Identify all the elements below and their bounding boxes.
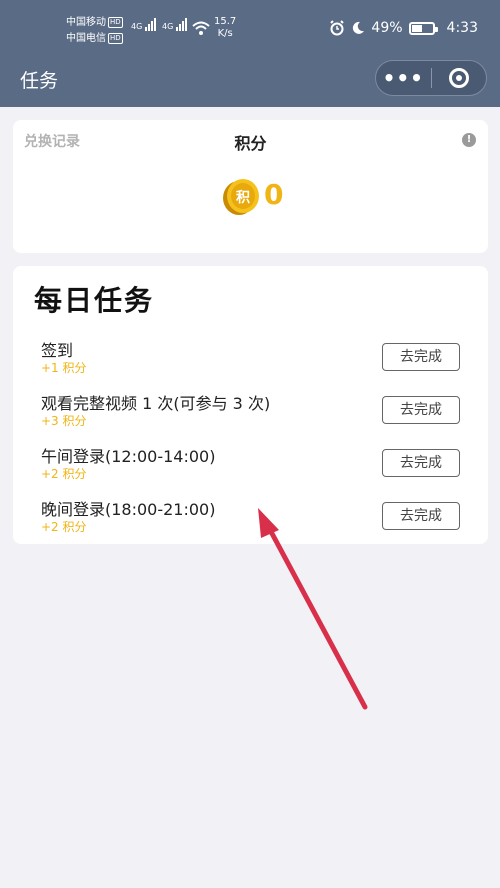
target-icon xyxy=(448,68,469,88)
speed-value: 15.7 xyxy=(214,16,237,27)
carrier-2: 中国电信 xyxy=(66,33,106,44)
task-item: 观看完整视频 1 次(可参与 3 次) +3 积分 去完成 xyxy=(41,390,461,434)
signal-icon-2: 4G xyxy=(162,18,188,33)
daily-tasks-card: 每日任务 签到 +1 积分 去完成 观看完整视频 1 次(可参与 3 次) +3… xyxy=(13,266,488,544)
points-title: 积分 xyxy=(234,134,267,153)
battery-percent: 49% xyxy=(371,20,403,36)
signal-icon-1: 4G xyxy=(131,18,157,33)
task-reward: +1 积分 xyxy=(41,361,87,375)
speed-unit: K/s xyxy=(217,28,233,39)
moon-icon xyxy=(353,21,365,34)
carrier-info: 中国移动 HD 中国电信 HD xyxy=(66,15,123,47)
points-value: 0 xyxy=(264,178,284,211)
task-name: 晚间登录(18:00-21:00) xyxy=(41,500,216,519)
coin-glyph: 积 xyxy=(236,189,250,206)
points-card: 兑换记录 积分 ! 积 0 xyxy=(13,120,488,253)
top-bar: 中国移动 HD 中国电信 HD 4G 4G 15.7 K/s 49% 4:33 … xyxy=(0,0,500,107)
page-title: 任务 xyxy=(20,70,59,92)
task-reward: +2 积分 xyxy=(41,520,87,534)
task-item: 午间登录(12:00-14:00) +2 积分 去完成 xyxy=(41,443,461,487)
battery-icon xyxy=(408,21,438,35)
mini-program-capsule: ••• xyxy=(375,60,487,96)
carrier-1: 中国移动 xyxy=(66,17,106,28)
complete-task-button[interactable]: 去完成 xyxy=(382,343,460,371)
hd-badge-2: HD xyxy=(108,33,123,44)
status-right: 49% 4:33 xyxy=(329,20,478,36)
info-icon[interactable]: ! xyxy=(462,133,476,147)
task-name: 签到 xyxy=(41,341,74,360)
network-speed: 15.7 K/s xyxy=(214,16,236,40)
more-menu-icon[interactable]: ••• xyxy=(376,68,431,88)
task-reward: +3 积分 xyxy=(41,414,87,428)
network-type-2: 4G xyxy=(162,22,174,31)
hd-badge: HD xyxy=(108,17,123,28)
complete-task-button[interactable]: 去完成 xyxy=(382,396,460,424)
task-name: 观看完整视频 1 次(可参与 3 次) xyxy=(41,394,271,413)
daily-tasks-heading: 每日任务 xyxy=(34,284,155,317)
alarm-icon xyxy=(330,20,345,36)
task-item: 晚间登录(18:00-21:00) +2 积分 去完成 xyxy=(41,496,461,540)
network-type-1: 4G xyxy=(131,22,143,31)
complete-task-button[interactable]: 去完成 xyxy=(382,449,460,477)
task-item: 签到 +1 积分 去完成 xyxy=(41,337,461,381)
clock: 4:33 xyxy=(446,20,478,36)
complete-task-button[interactable]: 去完成 xyxy=(382,502,460,530)
task-name: 午间登录(12:00-14:00) xyxy=(41,447,216,466)
coin-icon: 积 xyxy=(223,179,259,215)
wifi-icon xyxy=(192,21,210,35)
close-mini-program-button[interactable] xyxy=(431,68,486,88)
status-bar: 中国移动 HD 中国电信 HD 4G 4G 15.7 K/s 49% 4:33 xyxy=(0,0,500,56)
task-reward: +2 积分 xyxy=(41,467,87,481)
